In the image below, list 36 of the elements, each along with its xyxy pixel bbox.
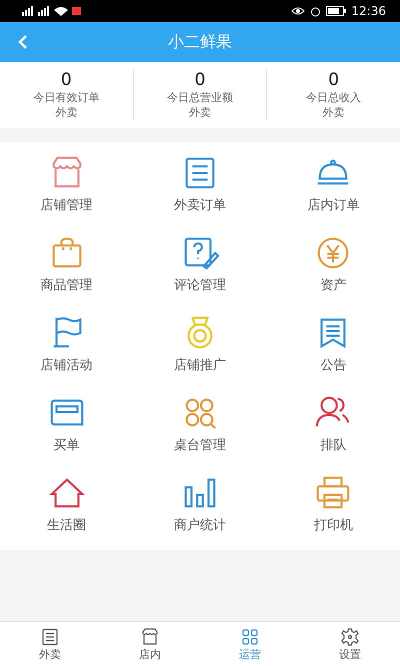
menu-item[interactable]: 桌台管理 (133, 390, 267, 470)
clock-time: 12:36 (351, 4, 386, 18)
menu-item[interactable]: 店铺活动 (0, 310, 134, 390)
menu-item[interactable]: 生活圈 (0, 470, 134, 550)
stat-sublabel: 外卖 (55, 105, 78, 120)
grid-icon (240, 626, 260, 646)
storefront-icon (140, 626, 160, 646)
menu-item[interactable]: 店铺管理 (0, 150, 134, 230)
stat-value: 0 (328, 70, 340, 90)
nav-tab[interactable]: 外卖 (0, 622, 100, 666)
stat-sublabel: 外卖 (189, 105, 211, 120)
stat-label: 今日总收入 (306, 90, 362, 105)
menu-item[interactable]: 店内订单 (266, 150, 400, 230)
menu-item[interactable]: 外卖订单 (133, 150, 267, 230)
eye-icon (291, 6, 306, 16)
page-title: 小二鲜果 (168, 32, 232, 52)
menu-item[interactable]: 商品管理 (0, 230, 134, 310)
signal-icon (22, 5, 82, 17)
nav-tab[interactable]: 设置 (300, 622, 400, 666)
menu-item[interactable]: 打印机 (266, 470, 400, 550)
menu-item[interactable]: 买单 (0, 390, 134, 470)
menu-item[interactable]: 公告 (266, 310, 400, 390)
menu-item[interactable]: 商户统计 (133, 470, 267, 550)
stat-value: 0 (60, 70, 72, 90)
stat-value: 0 (194, 70, 206, 90)
stat-sublabel: 外卖 (322, 105, 345, 120)
list-icon (40, 626, 60, 646)
stat-label: 今日总营业额 (167, 90, 233, 105)
menu-item[interactable]: 排队 (266, 390, 400, 470)
menu-item[interactable]: 评论管理 (133, 230, 267, 310)
menu-item[interactable]: 店铺推广 (133, 310, 267, 390)
nav-tab[interactable]: 店内 (100, 622, 200, 666)
stat-label: 今日有效订单 (33, 90, 100, 105)
settings-icon (340, 626, 360, 646)
menu-item[interactable]: 资产 (266, 230, 400, 310)
battery-icon (326, 6, 346, 16)
